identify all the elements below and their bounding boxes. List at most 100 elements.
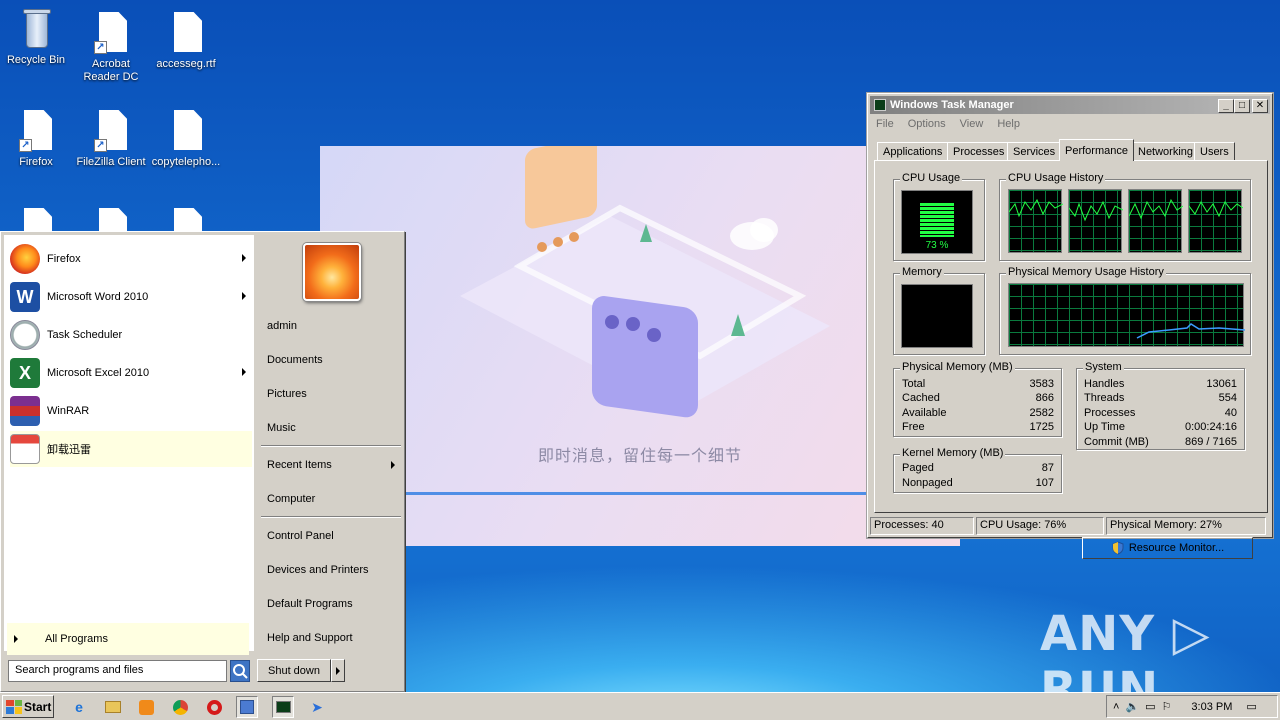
orange-chat-bubble [525, 137, 597, 229]
submenu-arrow-icon [242, 254, 246, 262]
desktop-icon-filezilla[interactable]: ↗ FileZilla Client [76, 110, 146, 169]
excel-icon: X [10, 358, 40, 388]
start-place-pictures[interactable]: Pictures [261, 381, 403, 407]
stat-value: 107 [1035, 477, 1054, 489]
group-label: Memory [900, 266, 944, 278]
tab-users[interactable]: Users [1194, 142, 1235, 160]
start-place-admin[interactable]: admin [261, 313, 403, 339]
desktop-icon-label: Acrobat Reader DC [83, 58, 139, 83]
cpu-history-graph-1 [1008, 189, 1063, 253]
system-tray: ˄ 🔈 ▭ ⚐ 3:03 PM ▭ [1106, 695, 1278, 718]
stat-key: Paged [902, 462, 934, 474]
start-place-recent-items[interactable]: Recent Items [261, 452, 403, 478]
all-programs-label: All Programs [45, 633, 108, 645]
ie-icon[interactable]: e [68, 696, 90, 718]
start-item-label: Microsoft Excel 2010 [47, 367, 150, 379]
start-item-winrar[interactable]: WinRAR [10, 393, 252, 429]
start-item-uninstall-xunlei[interactable]: 卸载迅雷 [10, 431, 252, 467]
shutdown-button[interactable]: Shut down [257, 659, 331, 682]
stat-key: Free [902, 421, 925, 433]
title-bar[interactable]: Windows Task Manager _ □ ✕ [870, 96, 1270, 114]
maximize-button[interactable]: □ [1234, 99, 1250, 113]
xunlei-splash-window: 即时消息，留住每一个细节 [320, 137, 960, 546]
shutdown-label: Shut down [268, 664, 320, 677]
stat-row: Nonpaged 107 [902, 476, 1054, 491]
tab-label: Users [1200, 145, 1229, 158]
tab-services[interactable]: Services [1007, 142, 1062, 160]
start-item-word[interactable]: W Microsoft Word 2010 [10, 279, 252, 315]
start-item-firefox[interactable]: Firefox [10, 241, 252, 277]
show-desktop-icon[interactable]: ▭ [1246, 700, 1256, 713]
task-manager-icon[interactable] [272, 696, 294, 718]
media-player-icon[interactable] [135, 696, 157, 718]
menu-options[interactable]: Options [908, 118, 946, 130]
tab-applications[interactable]: Applications [877, 142, 949, 160]
chat-illustration [460, 137, 830, 418]
minimize-button[interactable]: _ [1218, 99, 1234, 113]
start-place-music[interactable]: Music [261, 415, 403, 441]
stat-key: Available [902, 407, 947, 419]
stat-value: 13061 [1206, 378, 1237, 390]
explorer-icon[interactable] [102, 696, 124, 718]
installer-icon[interactable] [236, 696, 258, 718]
desktop-icon-acrobat[interactable]: ↗ Acrobat Reader DC [76, 12, 146, 84]
uninstall-icon [10, 434, 40, 464]
start-item-task-scheduler[interactable]: Task Scheduler [10, 317, 252, 353]
desktop-icon-firefox[interactable]: ↗ Firefox [1, 110, 71, 169]
stat-value: 2582 [1029, 407, 1054, 419]
group-label: Kernel Memory (MB) [900, 447, 1006, 459]
stat-key: Commit (MB) [1084, 436, 1149, 448]
chevron-up-icon[interactable]: ˄ [1113, 701, 1119, 713]
resource-monitor-button[interactable]: Resource Monitor... [1082, 537, 1253, 559]
volume-icon[interactable]: 🔈 [1125, 700, 1139, 713]
tab-networking[interactable]: Networking [1132, 142, 1200, 160]
tab-label: Services [1013, 145, 1056, 158]
start-button[interactable]: Start [2, 695, 54, 718]
search-button[interactable] [230, 660, 250, 682]
tab-label: Applications [883, 145, 943, 158]
start-search-input[interactable]: Search programs and files [8, 660, 227, 682]
start-place-default-programs[interactable]: Default Programs [261, 591, 403, 617]
clock[interactable]: 3:03 PM [1191, 701, 1232, 713]
group-label: CPU Usage History [1006, 172, 1106, 184]
task-manager-icon [874, 99, 886, 111]
tab-processes[interactable]: Processes [947, 142, 1011, 160]
start-item-excel[interactable]: X Microsoft Excel 2010 [10, 355, 252, 391]
start-place-label: Devices and Printers [267, 564, 369, 576]
desktop-icon-accesseg[interactable]: accesseg.rtf [151, 12, 221, 71]
submenu-arrow-icon [242, 292, 246, 300]
start-label: Start [24, 699, 52, 714]
start-place-computer[interactable]: Computer [261, 486, 403, 512]
xunlei-icon[interactable]: ➤ [306, 696, 328, 718]
user-picture[interactable] [303, 243, 361, 301]
desktop-icon-recycle-bin[interactable]: Recycle Bin [1, 8, 71, 67]
task-manager-window: Windows Task Manager _ □ ✕ File Options … [866, 92, 1274, 559]
stat-row: Paged 87 [902, 461, 1054, 476]
start-place-devices-printers[interactable]: Devices and Printers [261, 557, 403, 583]
desktop-icon-label: FileZilla Client [76, 156, 146, 168]
desktop-icon-copytelepho[interactable]: copytelepho... [151, 110, 221, 169]
start-place-label: Control Panel [267, 530, 334, 542]
menu-file[interactable]: File [876, 118, 894, 130]
all-programs-button[interactable]: All Programs [7, 623, 249, 655]
start-item-label: 卸载迅雷 [47, 444, 91, 456]
flag-icon[interactable]: ⚐ [1162, 700, 1172, 713]
stat-row: Cached 866 [902, 391, 1054, 406]
start-place-control-panel[interactable]: Control Panel [261, 523, 403, 549]
opera-icon[interactable] [203, 696, 225, 718]
network-icon[interactable]: ▭ [1145, 700, 1155, 713]
menu-help[interactable]: Help [997, 118, 1020, 130]
tab-performance[interactable]: Performance [1059, 139, 1134, 161]
close-button[interactable]: ✕ [1252, 99, 1268, 113]
tab-label: Performance [1065, 144, 1128, 157]
shutdown-options-button[interactable] [331, 659, 345, 682]
firefox-shortcut-icon: ↗ [19, 110, 53, 152]
chrome-icon[interactable] [169, 696, 191, 718]
group-label: Physical Memory (MB) [900, 361, 1015, 373]
start-place-help-support[interactable]: Help and Support [261, 625, 403, 651]
status-memory: Physical Memory: 27% [1106, 517, 1266, 535]
start-item-label: Task Scheduler [47, 329, 123, 341]
splash-message: 即时消息，留住每一个细节 [537, 448, 742, 465]
start-place-documents[interactable]: Documents [261, 347, 403, 373]
menu-view[interactable]: View [960, 118, 984, 130]
